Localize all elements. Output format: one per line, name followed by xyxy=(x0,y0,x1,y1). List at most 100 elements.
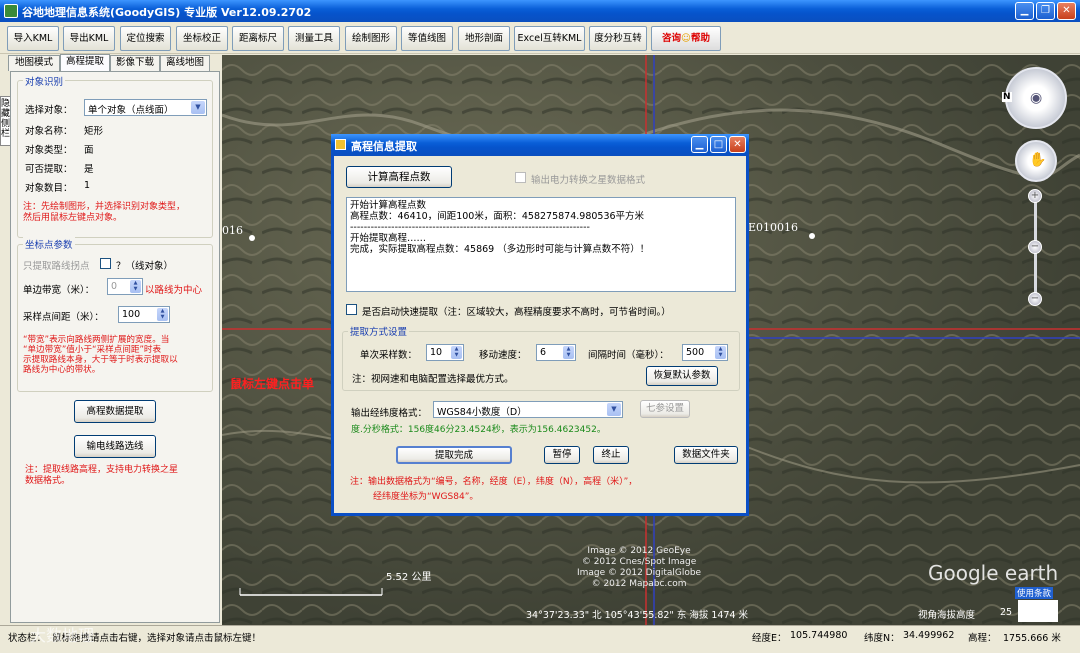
longitude-value: 105.744980 xyxy=(790,630,848,641)
band-note: “带宽”表示向路线两侧扩展的宽度。当 “单边带宽”值小于“采样点间距”时表 示提… xyxy=(23,335,178,375)
speed-spinner[interactable]: 6 ▲ ▼ xyxy=(536,344,576,361)
band-note-line: 示提取路线本身，大于等于时表示提取以 xyxy=(23,355,178,365)
elevation-extract-dialog: 高程信息提取 ▁ □ ✕ 计算高程点数 输出电力转换之星数据格式 开始计算高程点… xyxy=(331,134,749,516)
dialog-minimize-button[interactable]: ▁ xyxy=(691,136,708,153)
restore-defaults-button[interactable]: 恢复默认参数 xyxy=(646,366,718,386)
map-label-right: E010016 xyxy=(748,221,799,234)
object-name-value: 矩形 xyxy=(84,126,104,137)
copyright-line: Image © 2012 GeoEye xyxy=(587,546,691,556)
seven-param-button[interactable]: 七参设置 xyxy=(640,400,690,418)
maximize-button[interactable]: ❐ xyxy=(1036,2,1055,20)
copyright-line: © 2012 Cnes/Spot Image xyxy=(581,557,697,567)
white-overlay xyxy=(1018,600,1058,622)
speed-label: 移动速度： xyxy=(479,350,527,361)
eye-icon: ◉ xyxy=(1030,90,1043,106)
contour-button[interactable]: 等值线图 xyxy=(401,26,453,51)
tab-map-mode[interactable]: 地图模式 xyxy=(8,55,60,71)
route-only-checkbox[interactable] xyxy=(100,258,111,269)
close-icon: ✕ xyxy=(1062,5,1071,16)
select-object-dropdown[interactable]: 单个对象（点线面） ▼ xyxy=(84,99,207,116)
zoom-in-button[interactable]: + xyxy=(1028,189,1042,203)
calc-points-button[interactable]: 计算高程点数 xyxy=(346,166,452,188)
terms-link[interactable]: 使用条款 xyxy=(1015,587,1054,599)
spin-arrows-icon[interactable]: ▲ ▼ xyxy=(451,346,462,359)
close-button[interactable]: ✕ xyxy=(1057,2,1076,20)
elevation-value: 1755.666 米 xyxy=(1003,633,1061,644)
consult-label: 咨询 xyxy=(662,33,682,44)
object-count-value: 1 xyxy=(84,180,91,191)
spin-arrows-icon[interactable]: ▲ ▼ xyxy=(130,280,141,293)
sample-interval-value: 100 xyxy=(122,309,141,320)
spin-arrows-icon[interactable]: ▲ ▼ xyxy=(157,308,168,321)
dialog-close-button[interactable]: ✕ xyxy=(729,136,746,153)
minimize-button[interactable]: ▁ xyxy=(1015,2,1034,20)
coord-format-value: WGS84小数度（D） xyxy=(437,407,527,418)
fast-extract-checkbox[interactable] xyxy=(346,304,357,315)
select-object-value: 单个对象（点线面） xyxy=(88,105,174,116)
sample-interval-spinner[interactable]: 100 ▲ ▼ xyxy=(118,306,170,323)
log-line: 开始计算高程点数 xyxy=(350,200,427,211)
extractable-label: 可否提取： xyxy=(25,164,73,175)
maximize-icon: ❐ xyxy=(1041,5,1050,16)
draw-shape-button[interactable]: 绘制图形 xyxy=(345,26,397,51)
batch-spinner[interactable]: 10 ▲ ▼ xyxy=(426,344,464,361)
dialog-app-icon xyxy=(335,139,346,150)
coord-format-dropdown[interactable]: WGS84小数度（D） ▼ xyxy=(433,401,623,418)
object-count-label: 对象数目： xyxy=(25,183,73,194)
imagery-copyright: Image © 2012 GeoEye © 2012 Cnes/Spot Ima… xyxy=(577,546,701,590)
sample-interval-label: 采样点间距（米）： xyxy=(23,312,104,323)
band-width-label: 单边带宽（米）： xyxy=(23,285,95,296)
chevron-down-icon: ▼ xyxy=(607,403,621,416)
spin-arrows-icon[interactable]: ▲ ▼ xyxy=(563,346,574,359)
log-line: 开始提取高程…… xyxy=(350,233,427,244)
locate-search-button[interactable]: 定位搜索 xyxy=(120,26,171,51)
coord-correct-button[interactable]: 坐标校正 xyxy=(176,26,228,51)
import-kml-button[interactable]: 导入KML xyxy=(7,26,59,51)
side-note-2: 数据格式。 xyxy=(25,476,71,486)
dialog-maximize-button[interactable]: □ xyxy=(710,136,727,153)
help-label: 帮助 xyxy=(690,33,710,44)
dialog-titlebar: 高程信息提取 ▁ □ ✕ xyxy=(331,134,749,156)
tab-elevation-extract[interactable]: 高程提取 xyxy=(60,54,110,72)
batch-label: 单次采样数： xyxy=(360,350,418,361)
power-route-button[interactable]: 输电线路选线 xyxy=(74,435,156,458)
data-folder-button[interactable]: 数据文件夹 xyxy=(674,446,738,464)
measure-tool-button[interactable]: 测量工具 xyxy=(288,26,340,51)
object-type-label: 对象类型： xyxy=(25,145,73,156)
pause-button[interactable]: 暂停 xyxy=(544,446,580,464)
extractable-value: 是 xyxy=(84,164,94,175)
main-toolbar: 导入KML 导出KML 定位搜索 坐标校正 距离标尺 测量工具 绘制图形 等值线… xyxy=(0,22,1080,54)
zoom-out-button[interactable]: − xyxy=(1028,292,1042,306)
route-only-suffix: ？（线对象） xyxy=(116,261,174,272)
tab-offline-map[interactable]: 离线地图 xyxy=(160,55,210,71)
elevation-label: 高程： xyxy=(968,633,997,644)
band-note-line: “单边带宽”值小于“采样点间距”时表 xyxy=(23,345,162,355)
stop-button[interactable]: 终止 xyxy=(593,446,629,464)
help-button[interactable]: 咨询☺帮助 xyxy=(651,26,721,51)
excel-kml-button[interactable]: Excel互转KML xyxy=(514,26,585,51)
spin-arrows-icon[interactable]: ▲ ▼ xyxy=(715,346,726,359)
band-width-suffix: 以路线为中心 xyxy=(145,285,203,296)
interval-spinner[interactable]: 500 ▲ ▼ xyxy=(682,344,728,361)
power-format-checkbox[interactable] xyxy=(515,172,526,183)
close-icon: ✕ xyxy=(733,139,742,150)
copyright-line: Image © 2012 DigitalGlobe xyxy=(577,568,702,578)
tab-image-download[interactable]: 影像下载 xyxy=(110,55,160,71)
export-kml-button[interactable]: 导出KML xyxy=(63,26,115,51)
band-width-spinner[interactable]: 0 ▲ ▼ xyxy=(107,278,143,295)
scale-label: 5.52 公里 xyxy=(386,572,432,583)
north-indicator[interactable]: N xyxy=(1002,92,1012,102)
zoom-handle[interactable]: − xyxy=(1028,240,1042,254)
chevron-down-icon: ▼ xyxy=(191,101,205,114)
dms-convert-button[interactable]: 度分秒互转 xyxy=(589,26,647,51)
format-label: 输出经纬度格式： xyxy=(351,408,428,419)
progress-log[interactable]: 开始计算高程点数 高程点数：46410，间距100米，面积：458275874.… xyxy=(346,197,736,292)
extraction-done-button[interactable]: 提取完成 xyxy=(396,446,512,464)
elevation-extract-button[interactable]: 高程数据提取 xyxy=(74,400,156,423)
output-note-1: 注：输出数据格式为“编号，名称，经度（E），纬度（N），高程（米）”， xyxy=(350,477,638,487)
map-coords: 34°37'23.33" 北 105°43'55.82" 东 海拔 1474 米 xyxy=(526,610,749,621)
elevation-side-panel: 对象识别 选择对象： 单个对象（点线面） ▼ 对象名称： 矩形 对象类型： 面 可… xyxy=(10,71,220,623)
minimize-icon: ▁ xyxy=(695,139,704,150)
distance-ruler-button[interactable]: 距离标尺 xyxy=(232,26,284,51)
terrain-profile-button[interactable]: 地形剖面 xyxy=(458,26,510,51)
